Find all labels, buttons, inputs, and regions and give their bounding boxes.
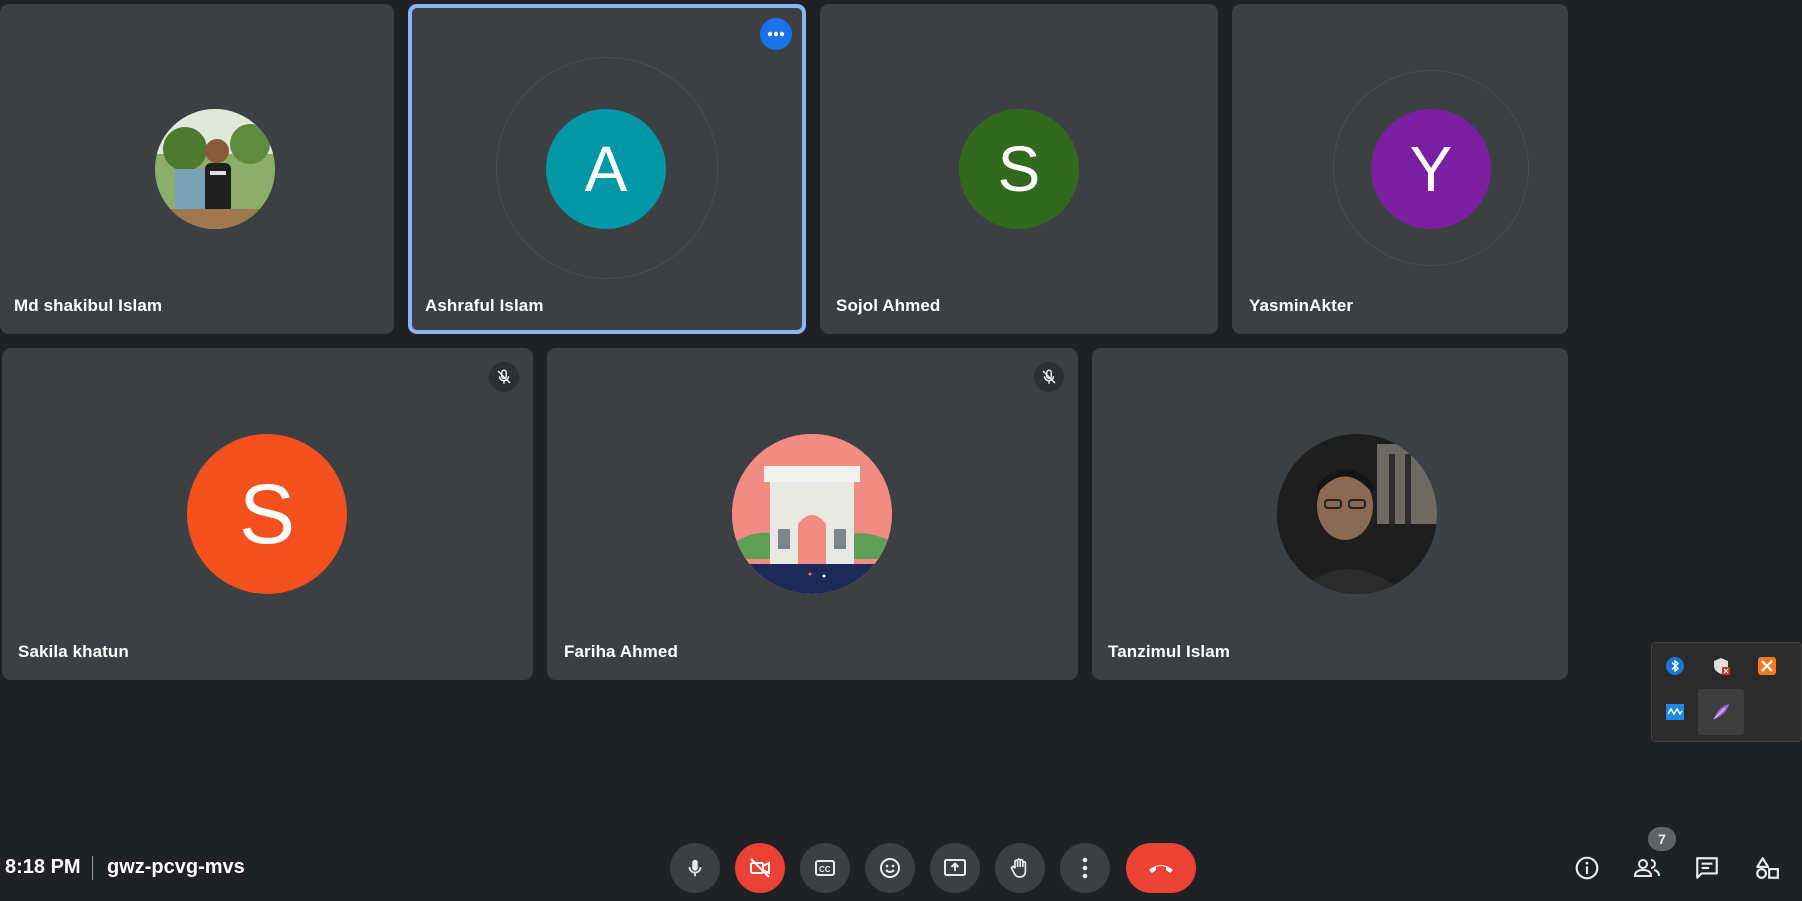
participant-tile-tanzimul-islam[interactable]: Tanzimul Islam (1092, 348, 1568, 680)
participant-illustration-avatar (732, 434, 892, 594)
activities-button[interactable] (1745, 846, 1789, 890)
muted-indicator (1034, 362, 1064, 392)
people-button[interactable] (1625, 846, 1669, 890)
participant-letter-avatar: Y (1371, 109, 1491, 229)
captions-button[interactable]: CC (800, 843, 850, 893)
info-icon (1575, 856, 1599, 880)
call-end-icon (1149, 865, 1173, 873)
participant-tile-md-shakibul-islam[interactable]: Md shakibul Islam (0, 4, 394, 334)
more-horizontal-icon (767, 31, 785, 37)
arc-de-triomphe-image (732, 434, 892, 594)
meet-stage: Md shakibul Islam A Ashraful Islam S Soj… (0, 0, 1802, 901)
participant-tile-ashraful-islam[interactable]: A Ashraful Islam (408, 4, 806, 334)
mic-off-icon (1042, 369, 1056, 384)
participant-letter-avatar: S (959, 109, 1079, 229)
raise-hand-button[interactable] (995, 843, 1045, 893)
participant-name: Fariha Ahmed (564, 642, 678, 661)
feather-app-icon (1713, 704, 1729, 720)
more-vertical-icon (1082, 857, 1088, 879)
network-monitor-tray-button[interactable] (1652, 689, 1698, 735)
reactions-button[interactable] (865, 843, 915, 893)
participant-tile-sakila-khatun[interactable]: S Sakila khatun (2, 348, 533, 680)
participant-photo-avatar (155, 109, 275, 229)
leave-call-button[interactable] (1126, 843, 1196, 893)
meeting-code: gwz-pcvg-mvs (107, 856, 245, 878)
chat-button[interactable] (1685, 846, 1729, 890)
camera-button[interactable] (735, 843, 785, 893)
microphone-button[interactable] (670, 843, 720, 893)
muted-indicator (489, 362, 519, 392)
more-options-button[interactable] (760, 18, 792, 50)
system-tray-overflow (1651, 642, 1802, 742)
camera-off-icon (750, 858, 770, 878)
bluetooth-icon (1666, 657, 1684, 675)
participant-name: Tanzimul Islam (1108, 642, 1231, 661)
closed-captions-icon: CC (815, 860, 835, 876)
more-options-button[interactable] (1060, 843, 1110, 893)
security-tray-button[interactable] (1698, 643, 1744, 689)
participant-tile-fariha-ahmed[interactable]: Fariha Ahmed (547, 348, 1078, 680)
hand-icon (1010, 858, 1027, 878)
emoji-icon (880, 858, 900, 878)
mic-icon (688, 859, 702, 877)
present-screen-icon (944, 859, 966, 876)
xampp-icon (1758, 657, 1776, 675)
feather-app-tray-button[interactable] (1698, 689, 1744, 735)
participant-name: Sakila khatun (18, 642, 129, 661)
divider (92, 856, 93, 880)
participant-name: Ashraful Islam (425, 296, 544, 315)
activities-icon (1756, 857, 1779, 879)
participant-count-badge: 7 (1648, 827, 1676, 851)
network-monitor-icon (1666, 704, 1684, 720)
mic-off-icon (497, 369, 511, 384)
xampp-tray-button[interactable] (1744, 643, 1790, 689)
participant-tile-yasminakter[interactable]: Y YasminAkter (1232, 4, 1568, 334)
participant-tile-sojol-ahmed[interactable]: S Sojol Ahmed (820, 4, 1218, 334)
photo-image (155, 109, 275, 229)
photo-image (1277, 434, 1437, 594)
present-now-button[interactable] (930, 843, 980, 893)
people-icon (1633, 859, 1660, 877)
chat-icon (1696, 857, 1718, 879)
security-shield-icon (1714, 658, 1730, 675)
svg-text:CC: CC (819, 865, 831, 874)
participant-letter-avatar: S (187, 434, 347, 594)
participant-name: Md shakibul Islam (14, 296, 163, 315)
bluetooth-tray-button[interactable] (1652, 643, 1698, 689)
meeting-details-button[interactable] (1565, 846, 1609, 890)
participant-photo-avatar (1277, 434, 1437, 594)
participant-letter-avatar: A (546, 109, 666, 229)
meeting-clock: 8:18 PM (5, 856, 81, 878)
participant-name: Sojol Ahmed (836, 296, 941, 315)
participant-name: YasminAkter (1249, 296, 1354, 315)
